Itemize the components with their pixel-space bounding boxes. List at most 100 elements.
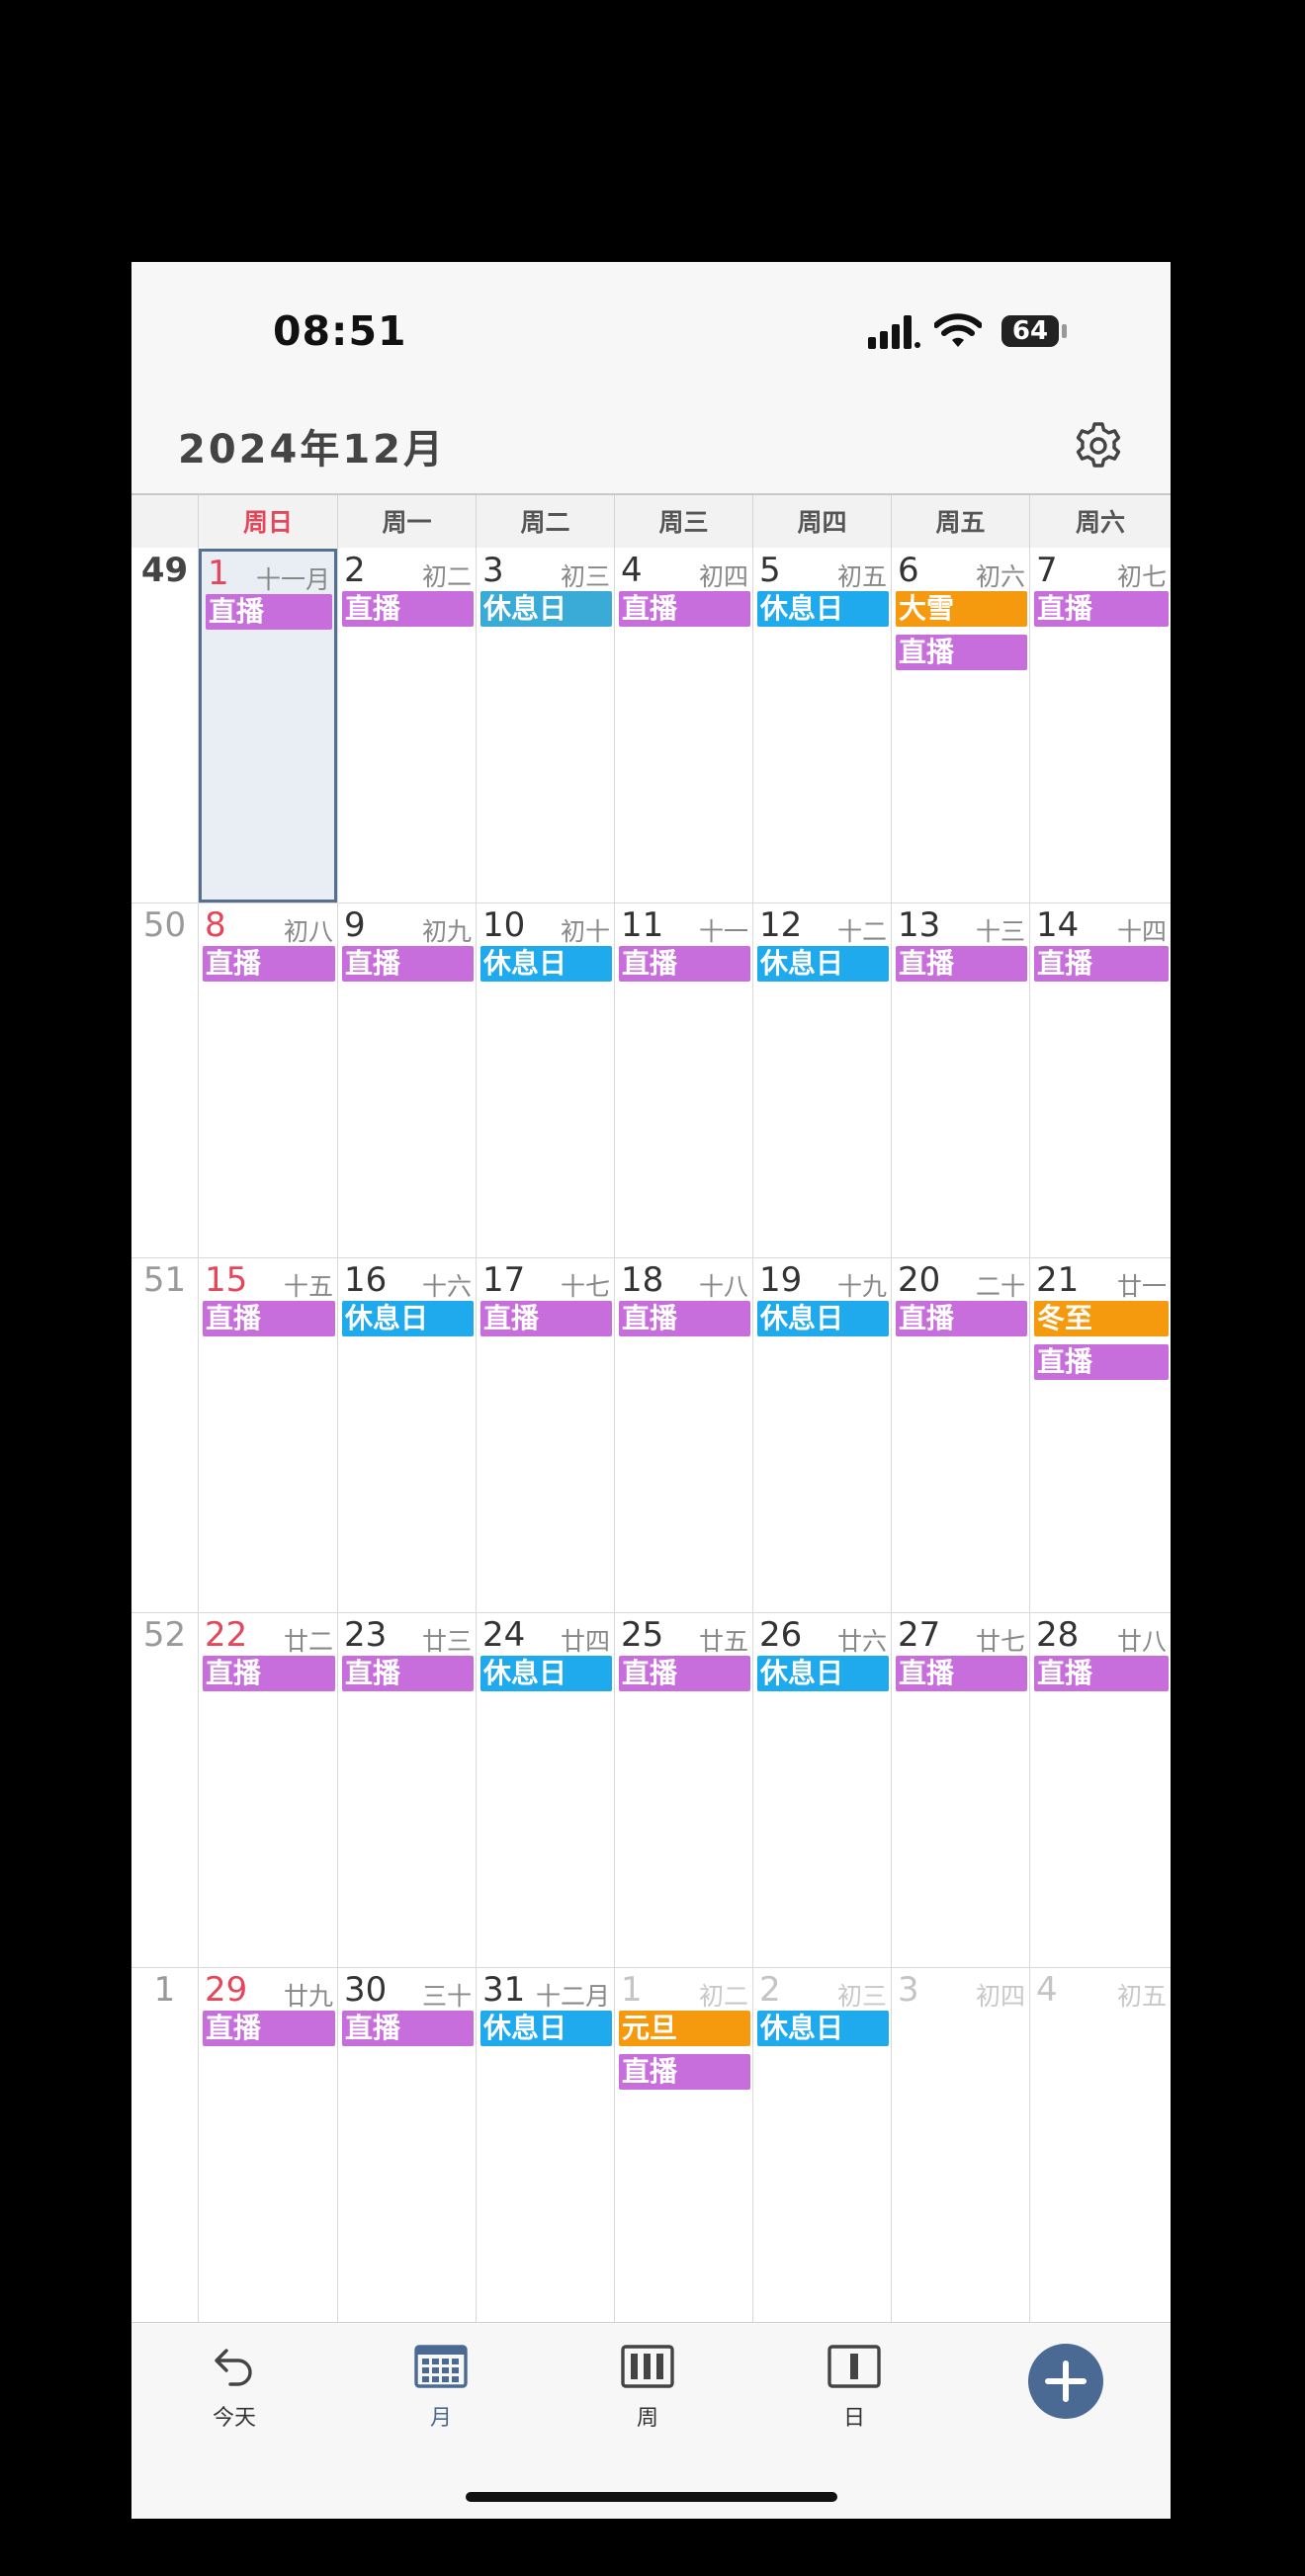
- day-cell[interactable]: 28 廿八 直播: [1030, 1613, 1171, 1967]
- day-cell[interactable]: 20 二十 直播: [892, 1258, 1029, 1612]
- event-chip[interactable]: 直播: [619, 591, 750, 627]
- lunar-date: 十二: [836, 917, 887, 946]
- lunar-date: 十七: [560, 1272, 610, 1301]
- day-number: 1: [208, 554, 229, 593]
- day-cell[interactable]: 21 廿一 冬至 直播: [1030, 1258, 1171, 1612]
- event-chip[interactable]: 直播: [1034, 591, 1169, 627]
- day-cell[interactable]: 22 廿二 直播: [199, 1613, 337, 1967]
- event-chip[interactable]: 直播: [342, 1656, 474, 1691]
- event-chip[interactable]: 直播: [896, 1656, 1027, 1691]
- event-chip[interactable]: 冬至: [1034, 1301, 1169, 1336]
- day-number: 2: [759, 1970, 781, 2010]
- cellular-signal-icon: [868, 315, 920, 349]
- day-number: 10: [482, 905, 526, 945]
- event-chip[interactable]: 直播: [342, 591, 474, 627]
- event-chip[interactable]: 大雪: [896, 591, 1027, 627]
- event-chip[interactable]: 元旦: [619, 2011, 750, 2046]
- day-number: 21: [1036, 1260, 1080, 1300]
- event-chip[interactable]: 直播: [619, 946, 750, 982]
- day-view-icon: [827, 2345, 881, 2388]
- tab-day[interactable]: 日: [805, 2343, 904, 2432]
- day-cell[interactable]: 2 初二 直播: [338, 549, 476, 902]
- event-chip[interactable]: 休息日: [757, 2011, 889, 2046]
- day-cell[interactable]: 18 十八 直播: [615, 1258, 752, 1612]
- event-chip[interactable]: 直播: [1034, 1656, 1169, 1691]
- day-cell[interactable]: 30 三十 直播: [338, 1968, 476, 2322]
- event-chip[interactable]: 直播: [480, 1301, 612, 1336]
- tab-today[interactable]: 今天: [185, 2343, 284, 2432]
- plus-icon: [1045, 2361, 1087, 2402]
- event-chip[interactable]: 直播: [203, 946, 335, 982]
- lunar-date: 十六: [421, 1272, 472, 1301]
- day-cell[interactable]: 3 初三 休息日: [477, 549, 614, 902]
- month-title[interactable]: 2024年12月: [178, 417, 446, 474]
- event-chip[interactable]: 休息日: [757, 1656, 889, 1691]
- day-cell[interactable]: 1 十一月 直播: [199, 549, 337, 902]
- day-cell[interactable]: 27 廿七 直播: [892, 1613, 1029, 1967]
- day-cell[interactable]: 4 初四 直播: [615, 549, 752, 902]
- day-cell[interactable]: 10 初十 休息日: [477, 903, 614, 1257]
- month-grid-icon: [414, 2345, 468, 2388]
- event-chip[interactable]: 休息日: [757, 591, 889, 627]
- event-chip[interactable]: 休息日: [480, 591, 612, 627]
- day-cell[interactable]: 4 初五: [1030, 1968, 1171, 2322]
- event-chip[interactable]: 休息日: [480, 946, 612, 982]
- event-chip[interactable]: 直播: [619, 1656, 750, 1691]
- lunar-date: 十一月: [255, 565, 330, 594]
- day-cell[interactable]: 24 廿四 休息日: [477, 1613, 614, 1967]
- day-cell[interactable]: 5 初五 休息日: [753, 549, 891, 902]
- gear-icon[interactable]: [1073, 420, 1124, 472]
- tab-week[interactable]: 周: [598, 2343, 697, 2432]
- event-chip[interactable]: 直播: [619, 2054, 750, 2090]
- day-cell[interactable]: 31 十二月 休息日: [477, 1968, 614, 2322]
- day-cell[interactable]: 2 初三 休息日: [753, 1968, 891, 2322]
- event-chip[interactable]: 休息日: [757, 1301, 889, 1336]
- event-chip[interactable]: 直播: [203, 1301, 335, 1336]
- day-cell[interactable]: 12 十二 休息日: [753, 903, 891, 1257]
- event-chip[interactable]: 休息日: [757, 946, 889, 982]
- event-chip[interactable]: 休息日: [480, 1656, 612, 1691]
- lunar-date: 廿八: [1116, 1627, 1167, 1656]
- event-chip[interactable]: 直播: [896, 1301, 1027, 1336]
- day-cell[interactable]: 1 初二 元旦 直播: [615, 1968, 752, 2322]
- event-chip[interactable]: 直播: [203, 2011, 335, 2046]
- event-chip[interactable]: 休息日: [342, 1301, 474, 1336]
- day-number: 29: [205, 1970, 248, 2010]
- day-number: 31: [482, 1970, 526, 2010]
- add-event-button[interactable]: [1028, 2344, 1103, 2419]
- event-chip[interactable]: 休息日: [480, 2011, 612, 2046]
- tab-month[interactable]: 月: [392, 2343, 490, 2432]
- day-cell[interactable]: 6 初六 大雪 直播: [892, 549, 1029, 902]
- status-bar: 08:51 64: [131, 262, 1171, 395]
- event-chip[interactable]: 直播: [896, 946, 1027, 982]
- lunar-date: 廿九: [283, 1982, 333, 2011]
- day-cell[interactable]: 17 十七 直播: [477, 1258, 614, 1612]
- event-chip[interactable]: 直播: [1034, 1344, 1169, 1380]
- day-cell[interactable]: 11 十一 直播: [615, 903, 752, 1257]
- day-cell[interactable]: 26 廿六 休息日: [753, 1613, 891, 1967]
- day-cell[interactable]: 7 初七 直播: [1030, 549, 1171, 902]
- battery-tip: [1062, 324, 1067, 338]
- event-chip[interactable]: 直播: [206, 594, 332, 630]
- day-cell[interactable]: 14 十四 直播: [1030, 903, 1171, 1257]
- day-cell[interactable]: 16 十六 休息日: [338, 1258, 476, 1612]
- week-number: 50: [142, 905, 187, 945]
- day-cell[interactable]: 3 初四: [892, 1968, 1029, 2322]
- day-cell[interactable]: 19 十九 休息日: [753, 1258, 891, 1612]
- day-cell[interactable]: 25 廿五 直播: [615, 1613, 752, 1967]
- event-chip[interactable]: 直播: [342, 946, 474, 982]
- event-chip[interactable]: 直播: [342, 2011, 474, 2046]
- day-number: 30: [344, 1970, 388, 2010]
- weekday-header-row: 周日 周一 周二 周三 周四 周五 周六: [131, 493, 1171, 550]
- event-chip[interactable]: 直播: [203, 1656, 335, 1691]
- day-cell[interactable]: 23 廿三 直播: [338, 1613, 476, 1967]
- phone-screen: 08:51 64 2024年12月 周日 周一 周二 周三 周四 周五 周六 49 1 十一月直…: [131, 262, 1171, 2519]
- day-cell[interactable]: 9 初九 直播: [338, 903, 476, 1257]
- day-cell[interactable]: 15 十五 直播: [199, 1258, 337, 1612]
- day-cell[interactable]: 29 廿九 直播: [199, 1968, 337, 2322]
- event-chip[interactable]: 直播: [1034, 946, 1169, 982]
- event-chip[interactable]: 直播: [619, 1301, 750, 1336]
- event-chip[interactable]: 直播: [896, 635, 1027, 670]
- day-cell[interactable]: 13 十三 直播: [892, 903, 1029, 1257]
- day-cell[interactable]: 8 初八 直播: [199, 903, 337, 1257]
